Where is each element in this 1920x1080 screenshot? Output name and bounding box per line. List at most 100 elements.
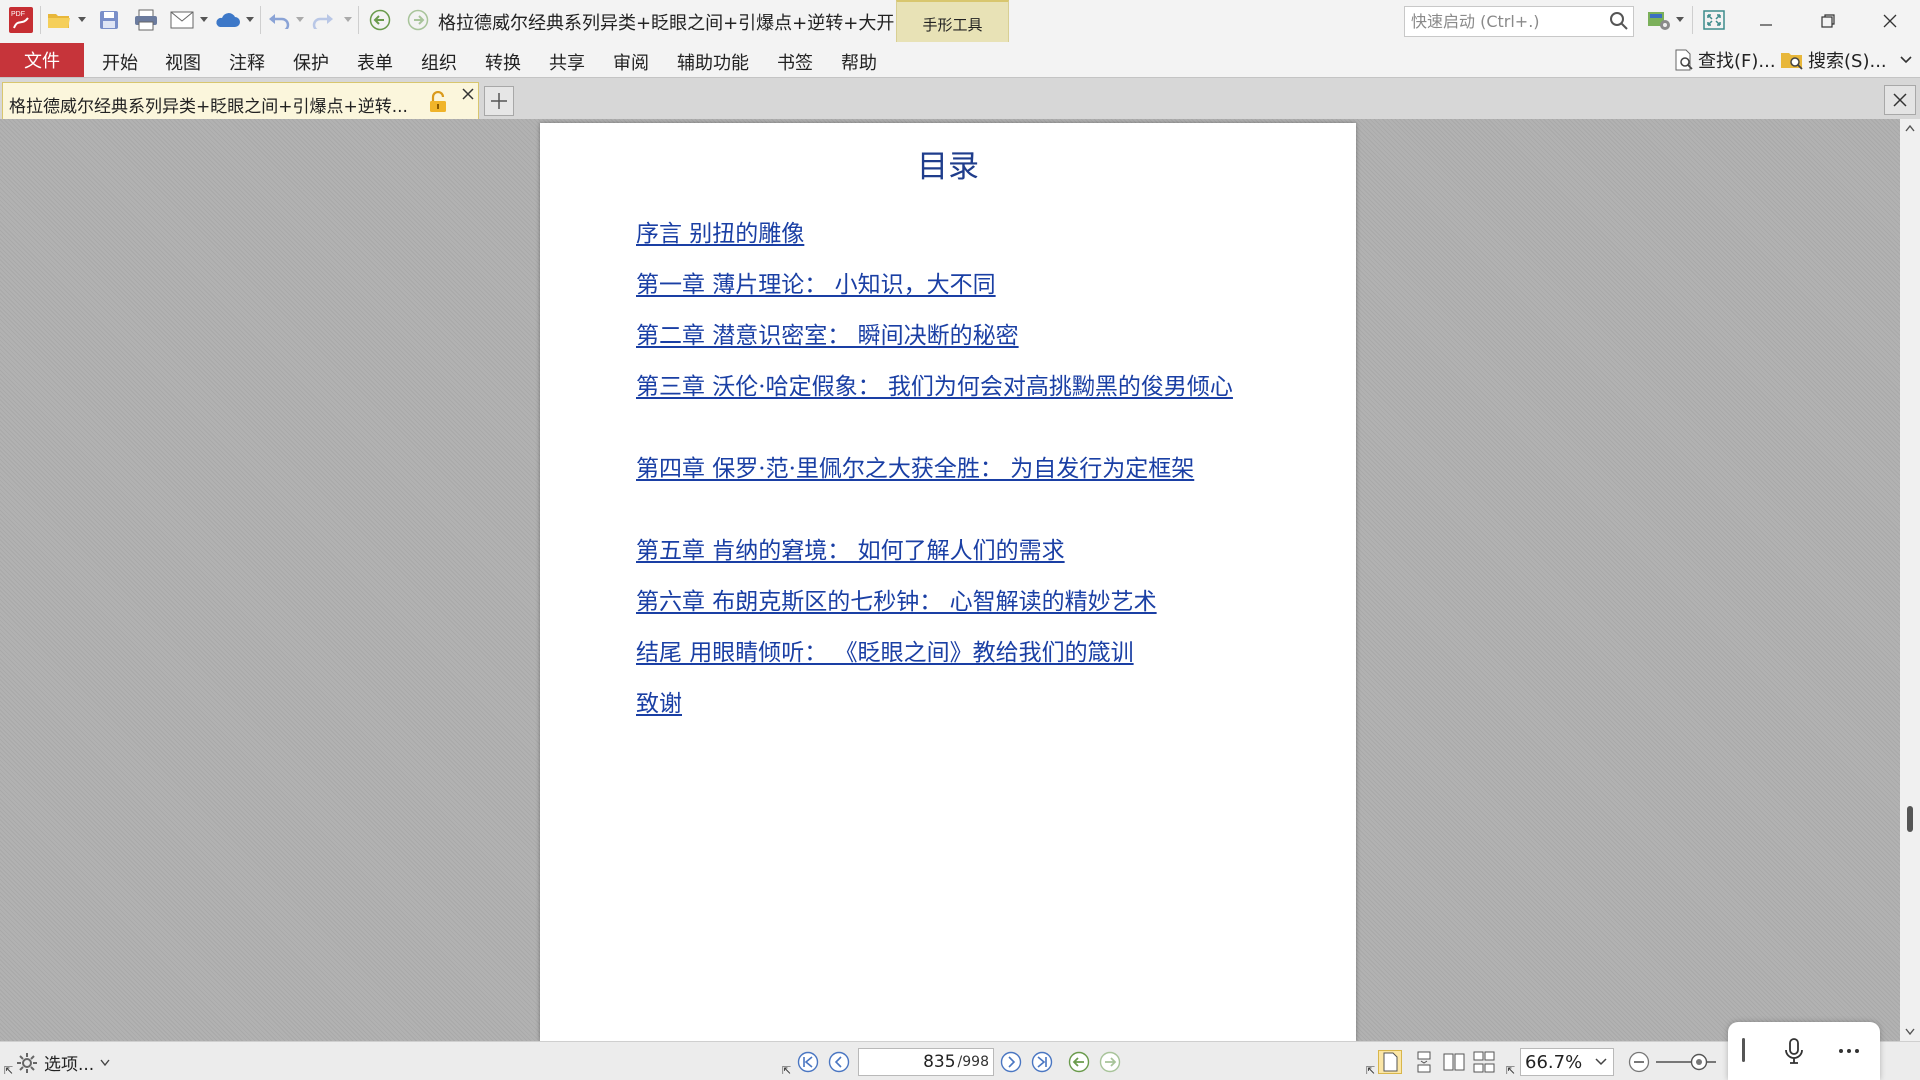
single-page-icon: [1383, 1052, 1398, 1072]
toc-link-chapter-6[interactable]: 第六章 布朗克斯区的七秒钟： 心智解读的精妙艺术: [636, 587, 1286, 618]
menu-bookmarks[interactable]: 书签: [777, 49, 813, 75]
last-page-icon[interactable]: [1031, 1051, 1053, 1073]
first-page-icon[interactable]: [797, 1051, 819, 1073]
chevron-down-icon[interactable]: [200, 17, 208, 23]
menu-convert[interactable]: 转换: [485, 49, 521, 75]
redo-icon[interactable]: [310, 4, 336, 36]
options-label: 选项...: [44, 1055, 95, 1075]
toolbar-handle[interactable]: [1742, 1038, 1745, 1062]
chevron-down-icon[interactable]: [246, 17, 254, 23]
continuous-facing-icon[interactable]: [1472, 1050, 1496, 1074]
chevron-down-icon[interactable]: [1676, 17, 1684, 23]
zoom-out-icon[interactable]: [1628, 1051, 1650, 1073]
menu-review[interactable]: 审阅: [613, 49, 649, 75]
zoom-select[interactable]: 66.7%: [1520, 1048, 1614, 1076]
close-document-button[interactable]: [1884, 85, 1916, 115]
continuous-view-icon[interactable]: [1412, 1050, 1436, 1074]
menu-annotate[interactable]: 注释: [229, 49, 265, 75]
toc-link-chapter-5[interactable]: 第五章 肯纳的窘境： 如何了解人们的需求: [636, 536, 1286, 567]
facing-view-icon[interactable]: [1442, 1050, 1466, 1074]
email-icon[interactable]: [168, 4, 196, 36]
file-menu-button[interactable]: 文件: [0, 43, 84, 77]
minimize-icon: [1760, 24, 1772, 26]
document-tab-bar: 格拉德威尔经典系列异类+眨眼之间+引爆点+逆转...: [0, 77, 1920, 120]
print-icon[interactable]: [132, 4, 160, 36]
next-view-icon[interactable]: [1099, 1051, 1121, 1073]
document-tab[interactable]: 格拉德威尔经典系列异类+眨眼之间+引爆点+逆转...: [2, 82, 479, 120]
quick-launch-input[interactable]: [1405, 7, 1595, 36]
fullscreen-icon[interactable]: [1700, 4, 1728, 36]
search-icon[interactable]: [1609, 11, 1629, 31]
more-icon[interactable]: [1838, 1048, 1860, 1054]
current-page[interactable]: 835: [923, 1052, 955, 1072]
toc-link-epilogue[interactable]: 结尾 用眼睛倾听： 《眨眼之间》教给我们的箴训: [636, 638, 1286, 669]
zoom-slider-knob[interactable]: [1690, 1053, 1708, 1071]
menu-bar: 文件 开始 视图 注释 保护 表单 组织 转换 共享 审阅 辅助功能 书签 帮助…: [0, 42, 1920, 77]
scroll-thumb[interactable]: [1907, 805, 1913, 832]
cloud-icon[interactable]: [212, 4, 242, 36]
minimize-button[interactable]: [1736, 0, 1796, 42]
previous-view-icon[interactable]: [1068, 1051, 1090, 1073]
find-button[interactable]: 查找(F)...: [1674, 47, 1776, 73]
options-button[interactable]: 选项...: [16, 1050, 110, 1075]
svg-text:PDF: PDF: [11, 11, 25, 18]
menu-view[interactable]: 视图: [165, 49, 201, 75]
toc-link-chapter-4[interactable]: 第四章 保罗·范·里佩尔之大获全胜： 为自发行为定框架: [636, 454, 1286, 485]
separator: [260, 6, 261, 34]
microphone-icon[interactable]: [1784, 1038, 1804, 1064]
context-group-title: 手形工具: [922, 16, 983, 34]
toc-link-preface[interactable]: 序言 别扭的雕像: [636, 219, 1286, 250]
toc-link-chapter-2[interactable]: 第二章 潜意识密室： 瞬间决断的秘密: [636, 321, 1286, 352]
lock-icon: [430, 91, 446, 112]
window-title: 格拉德威尔经典系列异类+眨眼之间+引爆点+逆转+大开...: [438, 13, 912, 34]
skin-icon[interactable]: [1644, 4, 1674, 36]
pdf-page: 目录 序言 别扭的雕像 第一章 薄片理论： 小知识，大不同 第二章 潜意识密室：…: [540, 123, 1356, 1041]
collapse-marker-icon: ⇱: [782, 1064, 792, 1077]
chevron-down-icon: [100, 1059, 110, 1066]
close-icon: [1893, 93, 1907, 107]
toc-link-acknowledgements[interactable]: 致谢: [636, 689, 1286, 720]
scroll-down-icon[interactable]: [1905, 1028, 1915, 1035]
collapse-ribbon-icon[interactable]: [1900, 56, 1912, 64]
separator: [358, 6, 359, 34]
document-viewport[interactable]: 目录 序言 别扭的雕像 第一章 薄片理论： 小知识，大不同 第二章 潜意识密室：…: [0, 119, 1900, 1041]
chevron-down-icon[interactable]: [78, 17, 86, 23]
toc-link-chapter-3[interactable]: 第三章 沃伦·哈定假象： 我们为何会对高挑黝黑的俊男倾心: [636, 372, 1286, 403]
back-icon[interactable]: [366, 4, 394, 36]
chevron-down-icon: [1595, 1058, 1607, 1066]
quick-launch-box[interactable]: [1404, 6, 1634, 37]
status-bar: ⇱ 选项... ⇱ 835 /998 ⇱ ⇱ 66.7%: [0, 1041, 1920, 1080]
open-folder-icon[interactable]: [46, 4, 72, 36]
page-number-field[interactable]: 835 /998: [858, 1048, 994, 1076]
menu-share[interactable]: 共享: [549, 49, 585, 75]
zoom-slider[interactable]: [1656, 1053, 1716, 1071]
chevron-down-icon[interactable]: [296, 17, 304, 23]
menu-start[interactable]: 开始: [102, 49, 138, 75]
menu-protect[interactable]: 保护: [293, 49, 329, 75]
next-page-icon[interactable]: [1000, 1051, 1022, 1073]
menu-help[interactable]: 帮助: [841, 49, 877, 75]
document-tab-title: 格拉德威尔经典系列异类+眨眼之间+引爆点+逆转...: [9, 97, 408, 117]
menu-organize[interactable]: 组织: [421, 49, 457, 75]
forward-icon[interactable]: [404, 4, 432, 36]
save-icon[interactable]: [96, 4, 122, 36]
new-tab-button[interactable]: [484, 86, 514, 116]
plus-icon: [491, 93, 507, 109]
chevron-down-icon[interactable]: [344, 17, 352, 23]
menu-accessibility[interactable]: 辅助功能: [677, 49, 749, 75]
pdf-logo-icon[interactable]: PDF: [6, 4, 36, 36]
search-button[interactable]: 搜索(S)...: [1780, 47, 1887, 73]
close-tab-icon[interactable]: [461, 87, 475, 101]
scroll-up-icon[interactable]: [1905, 125, 1915, 132]
undo-icon[interactable]: [266, 4, 292, 36]
single-page-view-button[interactable]: [1378, 1050, 1402, 1074]
previous-page-icon[interactable]: [828, 1051, 850, 1073]
restore-button[interactable]: [1798, 0, 1858, 42]
find-icon: [1675, 49, 1693, 71]
toc-heading: 目录: [917, 149, 979, 185]
close-window-button[interactable]: [1860, 0, 1920, 42]
menu-form[interactable]: 表单: [357, 49, 393, 75]
restore-icon: [1821, 14, 1835, 28]
vertical-scrollbar[interactable]: [1900, 119, 1920, 1041]
toc-link-chapter-1[interactable]: 第一章 薄片理论： 小知识，大不同: [636, 270, 1286, 301]
